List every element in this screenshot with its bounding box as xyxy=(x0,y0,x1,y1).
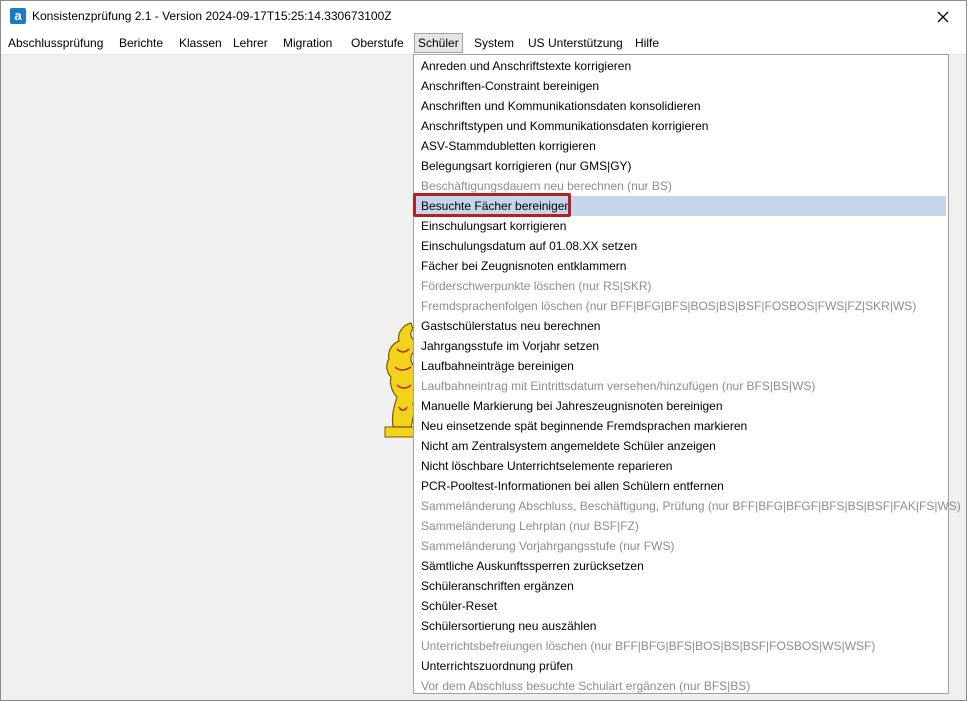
schueler-dropdown-menu: Anreden und Anschriftstexte korrigieren … xyxy=(413,54,961,696)
menu-item-jahrgangsstufe-vorjahr[interactable]: Jahrgangsstufe im Vorjahr setzen xyxy=(416,336,946,356)
menu-oberstufe[interactable]: Oberstufe xyxy=(348,34,407,52)
menu-item-fremdsprachen-markieren[interactable]: Neu einsetzende spät beginnende Fremdspr… xyxy=(416,416,946,436)
menu-item-sammelaenderung-vorjahrgangsstufe[interactable]: Sammeländerung Vorjahrgangsstufe (nur FW… xyxy=(416,536,946,556)
menu-schueler[interactable]: Schüler xyxy=(414,33,463,53)
menu-item-schuelersortierung[interactable]: Schülersortierung neu auszählen xyxy=(416,616,946,636)
menu-item-laufbahneintraege[interactable]: Laufbahneinträge bereinigen xyxy=(416,356,946,376)
menu-berichte[interactable]: Berichte xyxy=(116,34,166,52)
menu-item-schueleranschriften[interactable]: Schüleranschriften ergänzen xyxy=(416,576,946,596)
menu-item-laufbahneintrag-eintrittsdatum[interactable]: Laufbahneintrag mit Eintrittsdatum verse… xyxy=(416,376,946,396)
menu-abschlusspruefung[interactable]: Abschlussprüfung xyxy=(5,34,106,52)
menu-item-einschulungsart[interactable]: Einschulungsart korrigieren xyxy=(416,216,946,236)
menu-item-schulart-ergaenzen[interactable]: Vor dem Abschluss besuchte Schulart ergä… xyxy=(416,676,946,696)
menu-item-foerderschwerpunkte[interactable]: Förderschwerpunkte löschen (nur RS|SKR) xyxy=(416,276,946,296)
menu-bar: Abschlussprüfung Berichte Klassen Lehrer… xyxy=(1,32,966,55)
menu-item-belegungsart[interactable]: Belegungsart korrigieren (nur GMS|GY) xyxy=(416,156,946,176)
menu-item-manuelle-markierung[interactable]: Manuelle Markierung bei Jahreszeugnisnot… xyxy=(416,396,946,416)
window-title: Konsistenzprüfung 2.1 - Version 2024-09-… xyxy=(32,9,392,23)
menu-item-asv-stammdubletten[interactable]: ASV-Stammdubletten korrigieren xyxy=(416,136,946,156)
menu-klassen[interactable]: Klassen xyxy=(176,34,225,52)
menu-item-unterrichtselemente-reparieren[interactable]: Nicht löschbare Unterrichtselemente repa… xyxy=(416,456,946,476)
highlight-annotation-box xyxy=(413,193,571,217)
menu-migration[interactable]: Migration xyxy=(280,34,335,52)
menu-item-unterrichtsbefreiungen[interactable]: Unterrichtsbefreiungen löschen (nur BFF|… xyxy=(416,636,946,656)
menu-item-anreden-korrigieren[interactable]: Anreden und Anschriftstexte korrigieren xyxy=(416,56,946,76)
menu-system[interactable]: System xyxy=(471,34,517,52)
close-icon xyxy=(937,11,949,22)
menu-item-auskunftssperren[interactable]: Sämtliche Auskunftssperren zurücksetzen xyxy=(416,556,946,576)
menu-item-pcr-pooltest[interactable]: PCR-Pooltest-Informationen bei allen Sch… xyxy=(416,476,946,496)
close-button[interactable] xyxy=(920,1,966,32)
menu-us-unterstuetzung[interactable]: US Unterstützung xyxy=(525,34,626,52)
title-bar: a Konsistenzprüfung 2.1 - Version 2024-0… xyxy=(1,1,966,32)
menu-item-schueler-reset[interactable]: Schüler-Reset xyxy=(416,596,946,616)
menu-item-faecher-entklammern[interactable]: Fächer bei Zeugnisnoten entklammern xyxy=(416,256,946,276)
menu-item-sammelaenderung-lehrplan[interactable]: Sammeländerung Lehrplan (nur BSF|FZ) xyxy=(416,516,946,536)
menu-item-anschriften-konsolidieren[interactable]: Anschriften und Kommunikationsdaten kons… xyxy=(416,96,946,116)
menu-item-unterrichtszuordnung[interactable]: Unterrichtszuordnung prüfen xyxy=(416,656,946,676)
menu-item-zentralsystem-schueler[interactable]: Nicht am Zentralsystem angemeldete Schül… xyxy=(416,436,946,456)
menu-item-gastschuelerstatus[interactable]: Gastschülerstatus neu berechnen xyxy=(416,316,946,336)
menu-item-anschriften-constraint[interactable]: Anschriften-Constraint bereinigen xyxy=(416,76,946,96)
menu-lehrer[interactable]: Lehrer xyxy=(230,34,271,52)
menu-item-anschriftstypen-korrigieren[interactable]: Anschriftstypen und Kommunikationsdaten … xyxy=(416,116,946,136)
app-window: a Konsistenzprüfung 2.1 - Version 2024-0… xyxy=(0,0,967,701)
menu-hilfe[interactable]: Hilfe xyxy=(632,34,662,52)
menu-item-fremdsprachenfolgen[interactable]: Fremdsprachenfolgen löschen (nur BFF|BFG… xyxy=(416,296,946,316)
app-logo-icon: a xyxy=(10,8,26,24)
menu-item-sammelaenderung-abschluss[interactable]: Sammeländerung Abschluss, Beschäftigung,… xyxy=(416,496,961,516)
menu-item-einschulungsdatum[interactable]: Einschulungsdatum auf 01.08.XX setzen xyxy=(416,236,946,256)
